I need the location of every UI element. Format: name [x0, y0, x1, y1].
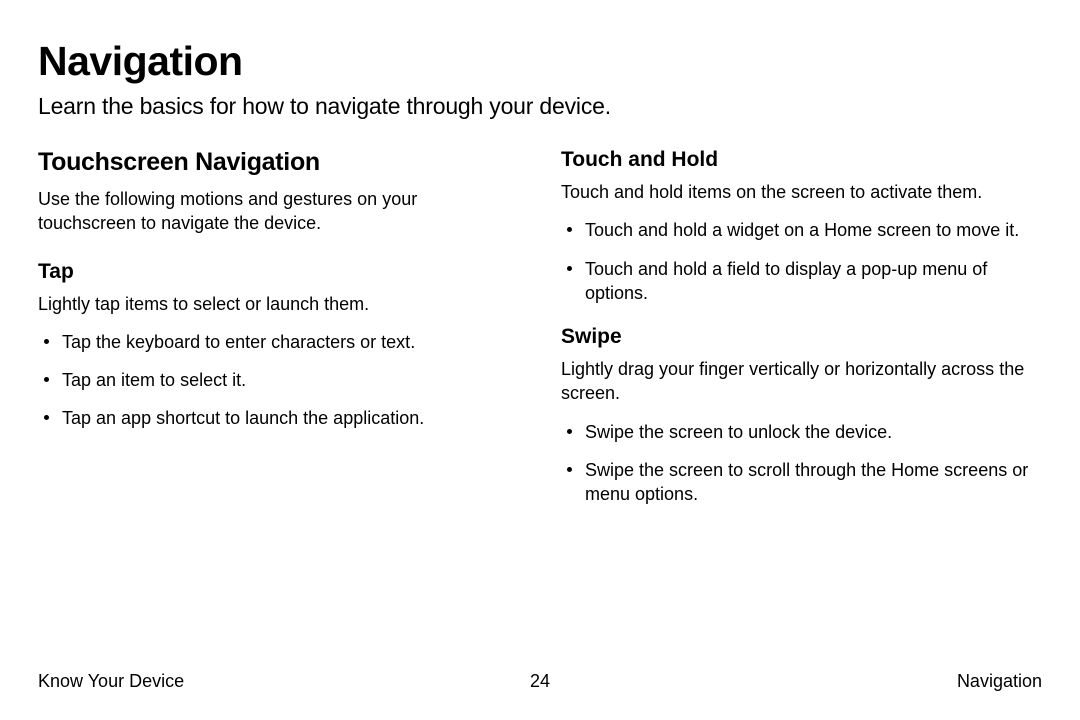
bullet-item: Touch and hold a widget on a Home screen…	[561, 218, 1042, 242]
subheading-swipe: Swipe	[561, 325, 1042, 349]
bullet-item: Tap an app shortcut to launch the applic…	[38, 406, 519, 430]
bullet-item: Tap an item to select it.	[38, 368, 519, 392]
subheading-tap: Tap	[38, 260, 519, 284]
section-heading-touchscreen: Touchscreen Navigation	[38, 148, 519, 177]
bullet-item: Swipe the screen to unlock the device.	[561, 420, 1042, 444]
footer-right: Navigation	[957, 671, 1042, 692]
bullet-item: Swipe the screen to scroll through the H…	[561, 458, 1042, 507]
content-columns: Touchscreen Navigation Use the following…	[38, 148, 1042, 527]
footer-page-number: 24	[530, 671, 550, 692]
bullets-touch-hold: Touch and hold a widget on a Home screen…	[561, 218, 1042, 305]
bullet-item: Tap the keyboard to enter characters or …	[38, 330, 519, 354]
page-title: Navigation	[38, 38, 1042, 85]
left-column: Touchscreen Navigation Use the following…	[38, 148, 519, 527]
page-subtitle: Learn the basics for how to navigate thr…	[38, 93, 1042, 120]
page-footer: Know Your Device 24 Navigation	[38, 671, 1042, 692]
bullets-swipe: Swipe the screen to unlock the device. S…	[561, 420, 1042, 507]
footer-left: Know Your Device	[38, 671, 184, 692]
bullets-tap: Tap the keyboard to enter characters or …	[38, 330, 519, 431]
subdesc-swipe: Lightly drag your finger vertically or h…	[561, 357, 1042, 406]
subdesc-touch-hold: Touch and hold items on the screen to ac…	[561, 180, 1042, 204]
bullet-item: Touch and hold a field to display a pop-…	[561, 257, 1042, 306]
subdesc-tap: Lightly tap items to select or launch th…	[38, 292, 519, 316]
right-column: Touch and Hold Touch and hold items on t…	[561, 148, 1042, 527]
section-intro-touchscreen: Use the following motions and gestures o…	[38, 187, 519, 236]
subheading-touch-hold: Touch and Hold	[561, 148, 1042, 172]
